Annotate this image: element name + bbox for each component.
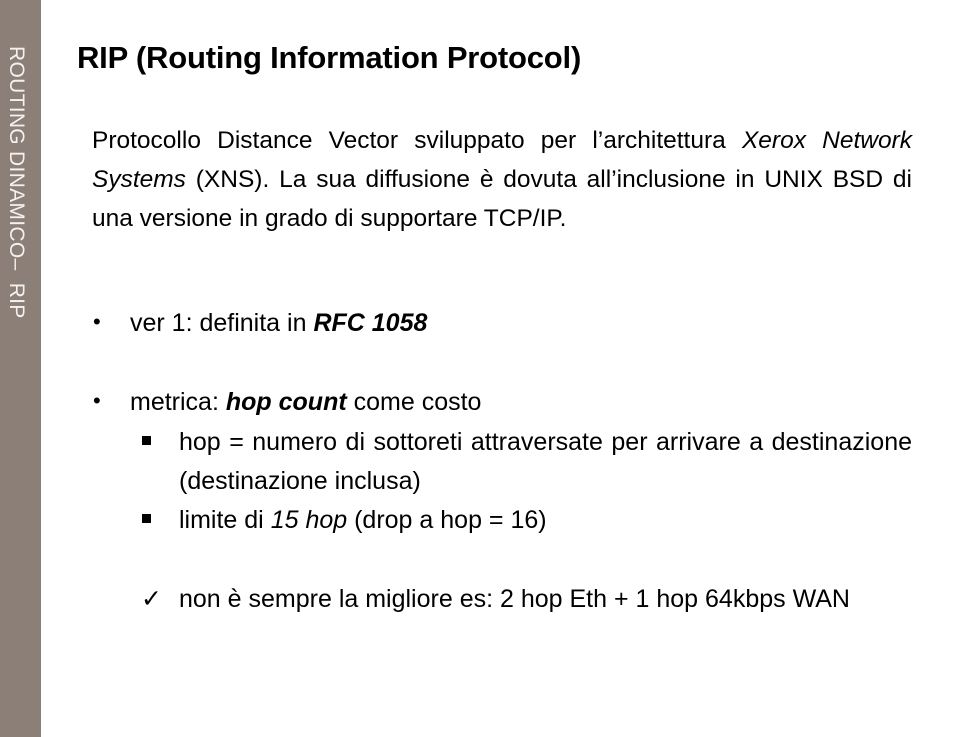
bullet-item-metric: • metrica: hop count come costo: [93, 388, 482, 417]
sub-bullet-hop-definition: hop = numero di sottoreti attraversate p…: [142, 423, 912, 501]
checkmark-icon: ✓: [141, 585, 162, 613]
slide-title: RIP (Routing Information Protocol): [77, 40, 582, 75]
intro-text-1: Protocollo Distance Vector sviluppato pe…: [92, 127, 742, 154]
bullet-text: ver 1: definita in: [130, 309, 314, 337]
bullet-dot-icon: •: [93, 309, 101, 334]
sub-bullet-text: limite di: [179, 506, 271, 534]
intro-paragraph: Protocollo Distance Vector sviluppato pe…: [92, 121, 912, 238]
check-item: ✓ non è sempre la migliore es: 2 hop Eth…: [141, 580, 912, 619]
bullet-dot-icon: •: [93, 388, 101, 413]
bullet-text: metrica:: [130, 388, 226, 416]
bullet-emphasis: RFC 1058: [313, 309, 428, 337]
sidebar-label: ROUTING DINAMICO– RIP: [5, 46, 28, 319]
check-item-text: non è sempre la migliore es: 2 hop Eth +…: [179, 585, 850, 613]
bullet-emphasis: hop count: [225, 388, 347, 416]
square-bullet-icon: [142, 514, 151, 523]
intro-text-2: (XNS). La sua diffusione è dovuta all’in…: [92, 166, 912, 232]
sidebar: ROUTING DINAMICO– RIP: [0, 0, 41, 737]
square-bullet-icon: [142, 436, 151, 445]
sub-bullet-hop-limit: limite di 15 hop (drop a hop = 16): [142, 501, 912, 540]
sub-bullet-text: hop = numero di sottoreti attraversate p…: [179, 428, 912, 495]
bullet-item-version: • ver 1: definita in RFC 1058: [93, 309, 428, 338]
sub-bullet-tail: (drop a hop = 16): [347, 506, 547, 534]
sub-bullet-emphasis: 15 hop: [270, 506, 348, 534]
bullet-tail: come costo: [346, 388, 482, 416]
